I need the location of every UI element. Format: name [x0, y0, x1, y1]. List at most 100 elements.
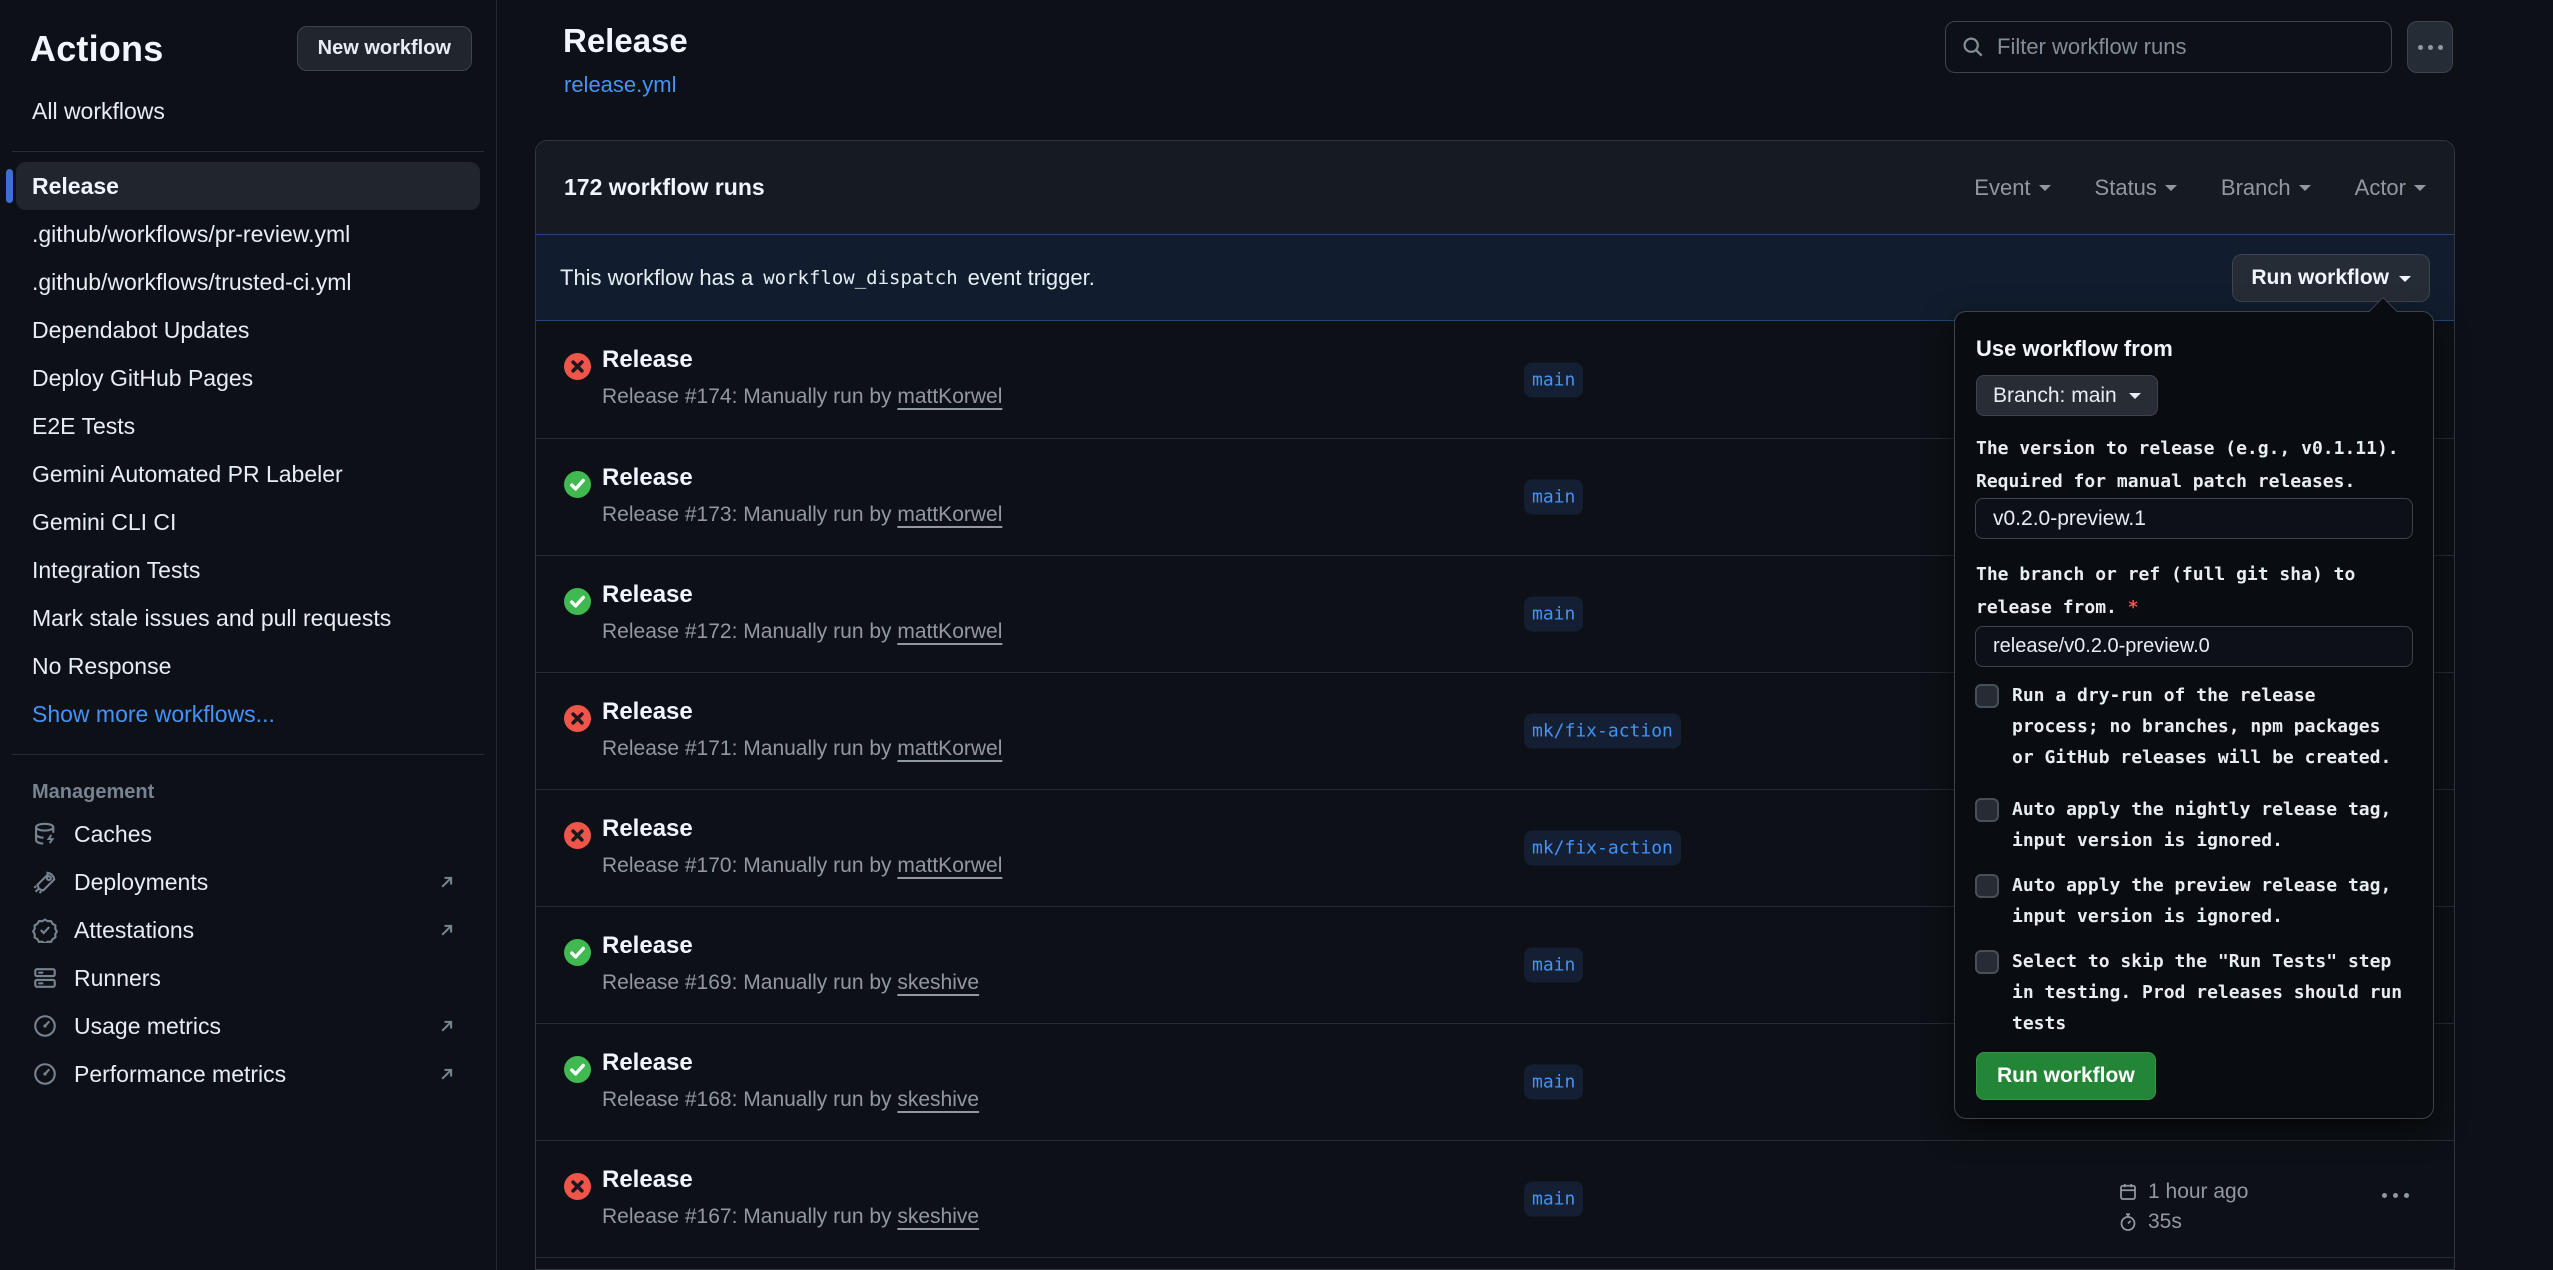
sidebar-item-integration-tests[interactable]: Integration Tests	[16, 546, 480, 594]
branch-badge[interactable]: main	[1524, 480, 1583, 515]
sidebar-divider	[12, 754, 484, 755]
filter-event[interactable]: Event	[1974, 175, 2050, 201]
sidebar-item-gemini-cli-ci[interactable]: Gemini CLI CI	[16, 498, 480, 546]
chevron-down-icon	[2414, 185, 2426, 197]
filter-status[interactable]: Status	[2095, 175, 2177, 201]
cache-icon	[32, 821, 58, 847]
banner-text-before: This workflow has a	[560, 265, 753, 291]
chevron-down-icon	[2129, 393, 2141, 405]
run-title-link[interactable]: Release	[602, 464, 693, 492]
actions-sidebar: Actions New workflow All workflows Relea…	[0, 0, 497, 1270]
meter-icon	[32, 1061, 58, 1087]
run-title-link[interactable]: Release	[602, 815, 693, 843]
version-input[interactable]	[1975, 498, 2413, 539]
filter-branch[interactable]: Branch	[2221, 175, 2311, 201]
run-description: Release #171: Manually run by mattKorwel	[602, 737, 1002, 761]
filter-label: Status	[2095, 175, 2157, 201]
sidebar-item-github-workflows-trusted-ci-yml[interactable]: .github/workflows/trusted-ci.yml	[16, 258, 480, 306]
ref-input[interactable]	[1975, 626, 2413, 667]
management-item-runners[interactable]: Runners	[16, 954, 480, 1002]
branch-badge[interactable]: main	[1524, 948, 1583, 983]
workflow-options-button[interactable]	[2407, 21, 2453, 73]
branch-badge[interactable]: mk/fix-action	[1524, 714, 1681, 749]
checkbox-label: Run a dry-run of the release process; no…	[2012, 680, 2391, 773]
run-filters: Event Status Branch Actor	[1974, 175, 2426, 201]
management-heading: Management	[32, 781, 496, 804]
run-title-link[interactable]: Release	[602, 581, 693, 609]
filter-actor[interactable]: Actor	[2355, 175, 2426, 201]
management-item-deployments[interactable]: Deployments	[16, 858, 480, 906]
actor-link[interactable]: skeshive	[897, 971, 979, 994]
filter-label: Actor	[2355, 175, 2406, 201]
management-item-label: Attestations	[74, 917, 194, 944]
management-item-performance-metrics[interactable]: Performance metrics	[16, 1050, 480, 1098]
sidebar-item-e2e-tests[interactable]: E2E Tests	[16, 402, 480, 450]
sidebar-item-label: Deploy GitHub Pages	[32, 365, 253, 392]
workflow-file-link[interactable]: release.yml	[564, 72, 676, 98]
sidebar-item-all-workflows[interactable]: All workflows	[16, 87, 480, 135]
sidebar-item-dependabot-updates[interactable]: Dependabot Updates	[16, 306, 480, 354]
actor-link[interactable]: mattKorwel	[897, 503, 1002, 526]
sidebar-item-label: No Response	[32, 653, 171, 680]
success-icon	[564, 1056, 591, 1083]
checkbox[interactable]	[1975, 684, 1999, 708]
actor-link[interactable]: skeshive	[897, 1088, 979, 1111]
sidebar-item-show-more-workflows[interactable]: Show more workflows...	[16, 690, 480, 738]
actor-link[interactable]: mattKorwel	[897, 854, 1002, 877]
actor-link[interactable]: mattKorwel	[897, 620, 1002, 643]
run-title-link[interactable]: Release	[602, 346, 693, 374]
run-menu-button[interactable]	[2382, 1193, 2409, 1198]
run-description: Release #169: Manually run by skeshive	[602, 971, 979, 995]
sidebar-item-label: .github/workflows/pr-review.yml	[32, 221, 350, 248]
checkbox[interactable]	[1975, 874, 1999, 898]
sidebar-item-gemini-automated-pr-labeler[interactable]: Gemini Automated PR Labeler	[16, 450, 480, 498]
branch-badge[interactable]: main	[1524, 1065, 1583, 1100]
run-title-link[interactable]: Release	[602, 1049, 693, 1077]
failure-icon	[564, 822, 591, 849]
branch-badge[interactable]: mk/fix-action	[1524, 831, 1681, 866]
kebab-dot	[2393, 1193, 2398, 1198]
external-link-icon	[436, 871, 458, 893]
page-title: Release	[563, 22, 688, 60]
chevron-down-icon	[2299, 185, 2311, 197]
checkbox-label: Select to skip the "Run Tests" step in t…	[2012, 946, 2402, 1039]
sidebar-title: Actions	[30, 28, 163, 70]
meter-icon	[32, 1013, 58, 1039]
all-workflows-label: All workflows	[32, 98, 165, 125]
new-workflow-button[interactable]: New workflow	[297, 26, 472, 71]
actor-link[interactable]: skeshive	[897, 1205, 979, 1228]
sidebar-item-mark-stale-issues-and-pull-requests[interactable]: Mark stale issues and pull requests	[16, 594, 480, 642]
management-item-caches[interactable]: Caches	[16, 810, 480, 858]
run-meta: 1 hour ago35s	[2118, 1177, 2248, 1237]
run-workflow-toggle-button[interactable]: Run workflow	[2232, 254, 2430, 302]
sidebar-item-no-response[interactable]: No Response	[16, 642, 480, 690]
filter-label: Branch	[2221, 175, 2291, 201]
calendar-icon	[2118, 1182, 2138, 1202]
partial-run-row	[536, 1257, 2454, 1270]
run-title-link[interactable]: Release	[602, 698, 693, 726]
run-duration: 35s	[2118, 1207, 2248, 1237]
run-workflow-submit-button[interactable]: Run workflow	[1976, 1052, 2156, 1100]
sidebar-item-release[interactable]: Release	[16, 162, 480, 210]
run-title-link[interactable]: Release	[602, 932, 693, 960]
branch-badge[interactable]: main	[1524, 597, 1583, 632]
search-input[interactable]	[1997, 34, 2357, 60]
dispatch-option: Auto apply the nightly release tag, inpu…	[1975, 794, 2405, 856]
actor-link[interactable]: mattKorwel	[897, 737, 1002, 760]
checkbox[interactable]	[1975, 798, 1999, 822]
branch-badge[interactable]: main	[1524, 1182, 1583, 1217]
sidebar-item-github-workflows-pr-review-yml[interactable]: .github/workflows/pr-review.yml	[16, 210, 480, 258]
sidebar-item-label: Show more workflows...	[32, 701, 275, 728]
filter-runs-search[interactable]	[1945, 21, 2392, 73]
management-item-usage-metrics[interactable]: Usage metrics	[16, 1002, 480, 1050]
branch-select-button[interactable]: Branch: main	[1976, 375, 2158, 416]
sidebar-item-label: Release	[32, 173, 119, 200]
run-description: Release #172: Manually run by mattKorwel	[602, 620, 1002, 644]
management-item-attestations[interactable]: Attestations	[16, 906, 480, 954]
sidebar-item-label: Gemini CLI CI	[32, 509, 176, 536]
checkbox[interactable]	[1975, 950, 1999, 974]
sidebar-item-deploy-github-pages[interactable]: Deploy GitHub Pages	[16, 354, 480, 402]
branch-badge[interactable]: main	[1524, 362, 1583, 397]
run-title-link[interactable]: Release	[602, 1166, 693, 1194]
actor-link[interactable]: mattKorwel	[897, 385, 1002, 408]
